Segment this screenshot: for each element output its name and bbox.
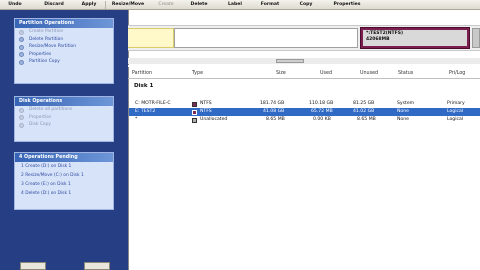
disk-operations-panel: Disk Operations Delete all partitions Pr…	[14, 96, 114, 142]
create-partition-icon	[19, 29, 24, 35]
ntfs-color-swatch	[192, 109, 197, 115]
row-partition: *	[135, 117, 138, 122]
scrollbar-thumb[interactable]	[276, 59, 304, 63]
create-button[interactable]: Create	[153, 1, 179, 9]
row-unused: 81.25 GB	[353, 101, 375, 106]
delete-all-partitions-item[interactable]: Delete all partitions	[15, 106, 113, 114]
format-button[interactable]: Format	[257, 1, 283, 9]
pending-op-4[interactable]: 4 Delete (D:) on Disk 1	[15, 189, 113, 198]
row-used: 110.18 GB	[309, 101, 334, 106]
label-button[interactable]: Label	[222, 1, 248, 9]
disk-operations-title: Disk Operations	[15, 97, 113, 106]
row-prilog: Logical	[447, 109, 464, 114]
col-type-header[interactable]: Type	[192, 70, 203, 78]
selected-block-label: *:TEST2(NTFS) 42068MB	[366, 31, 403, 42]
row-used: 0.00 KB	[313, 117, 331, 122]
partition-block-selected[interactable]: *:TEST2(NTFS) 42068MB	[360, 27, 470, 49]
selected-block-size: 42068MB	[366, 36, 390, 42]
row-size: 8.65 MB	[266, 117, 285, 122]
resize-move-partition-item[interactable]: Resize/Move Partition	[15, 43, 113, 51]
partition-block-tail[interactable]	[472, 28, 480, 48]
horizontal-scrollbar[interactable]	[128, 58, 480, 64]
pending-operations-panel: 4 Operations Pending 1 Create (D:) on Di…	[14, 152, 114, 210]
resize-move-icon	[19, 44, 24, 50]
col-status-header[interactable]: Status	[398, 70, 413, 78]
row-status: None	[397, 109, 409, 114]
partition-table	[128, 67, 480, 270]
row-size: 181.74 GB	[260, 101, 285, 106]
discard-button[interactable]: Discard	[40, 1, 68, 9]
properties-icon	[19, 52, 24, 57]
partition-copy-icon	[19, 59, 24, 65]
pending-operations-title: 4 Operations Pending	[15, 153, 113, 162]
delete-all-icon	[19, 107, 24, 113]
properties-button[interactable]: Properties	[328, 1, 366, 9]
toolbar-separator	[105, 1, 106, 9]
create-partition-item[interactable]: Create Partition	[15, 28, 113, 36]
partition-block-unallocated[interactable]	[174, 28, 358, 48]
row-type: NTFS	[200, 109, 212, 114]
ntfs-color-swatch	[192, 101, 197, 107]
partition-properties-item[interactable]: Properties	[15, 51, 113, 59]
table-row[interactable]: * Unallocated 8.65 MB 0.00 KB 8.65 MB No…	[129, 116, 480, 124]
resize-move-button[interactable]: Resize/Move	[108, 1, 148, 9]
row-used: 65.72 MB	[311, 109, 333, 114]
row-type: NTFS	[200, 101, 212, 106]
col-size-header[interactable]: Size	[276, 70, 286, 78]
disk-copy-item[interactable]: Disk Copy	[15, 121, 113, 129]
row-status: System	[397, 101, 415, 106]
row-partition: C: MOTR-FILE-C	[135, 101, 171, 106]
table-row-selected[interactable]: E: TEST2 NTFS 41.08 GB 65.72 MB 41.02 GB…	[129, 108, 480, 116]
unallocated-color-swatch	[192, 117, 197, 123]
disk-properties-icon	[19, 115, 24, 120]
partition-block-c[interactable]	[128, 28, 174, 48]
row-unused: 41.02 GB	[353, 109, 375, 114]
partition-operations-title: Partition Operations	[15, 19, 113, 28]
row-unused: 8.65 MB	[357, 117, 376, 122]
row-status: None	[397, 117, 409, 122]
partition-operations-panel: Partition Operations Create Partition De…	[14, 18, 114, 84]
col-prilog-header[interactable]: Pri/Log	[449, 70, 465, 78]
selected-block-name: *:TEST2(NTFS)	[366, 31, 404, 36]
pending-op-1[interactable]: 1 Create (D:) on Disk 1	[15, 162, 113, 171]
header-divider	[128, 78, 480, 79]
delete-partition-icon	[19, 37, 24, 42]
row-prilog: Primary	[447, 101, 465, 106]
pending-op-2[interactable]: 2 Resize/Move (C:) on Disk 1	[15, 171, 113, 180]
row-prilog: Logical	[447, 117, 464, 122]
pending-op-3[interactable]: 3 Create (E:) on Disk 1	[15, 180, 113, 189]
col-used-header[interactable]: Used	[320, 70, 332, 78]
undo-button[interactable]: Undo	[4, 1, 26, 9]
disk-copy-icon	[19, 122, 24, 128]
row-partition: E: TEST2	[135, 109, 156, 114]
bottom-button-1[interactable]	[20, 262, 46, 270]
disk-label[interactable]: Disk 1	[134, 83, 153, 89]
toolbar: Undo Discard Apply Resize/Move Create De…	[0, 0, 480, 10]
bottom-button-2[interactable]	[84, 262, 110, 270]
delete-button[interactable]: Delete	[186, 1, 212, 9]
col-partition-header[interactable]: Partition	[132, 70, 152, 78]
disk-properties-item[interactable]: Properties	[15, 114, 113, 122]
copy-button[interactable]: Copy	[293, 1, 319, 9]
partition-copy-item[interactable]: Partition Copy	[15, 58, 113, 66]
row-type: Unallocated	[200, 117, 228, 122]
col-unused-header[interactable]: Unused	[360, 70, 378, 78]
row-size: 41.08 GB	[263, 109, 285, 114]
delete-partition-item[interactable]: Delete Partition	[15, 36, 113, 44]
table-row[interactable]: C: MOTR-FILE-C NTFS 181.74 GB 110.18 GB …	[129, 100, 480, 108]
apply-button[interactable]: Apply	[78, 1, 100, 9]
